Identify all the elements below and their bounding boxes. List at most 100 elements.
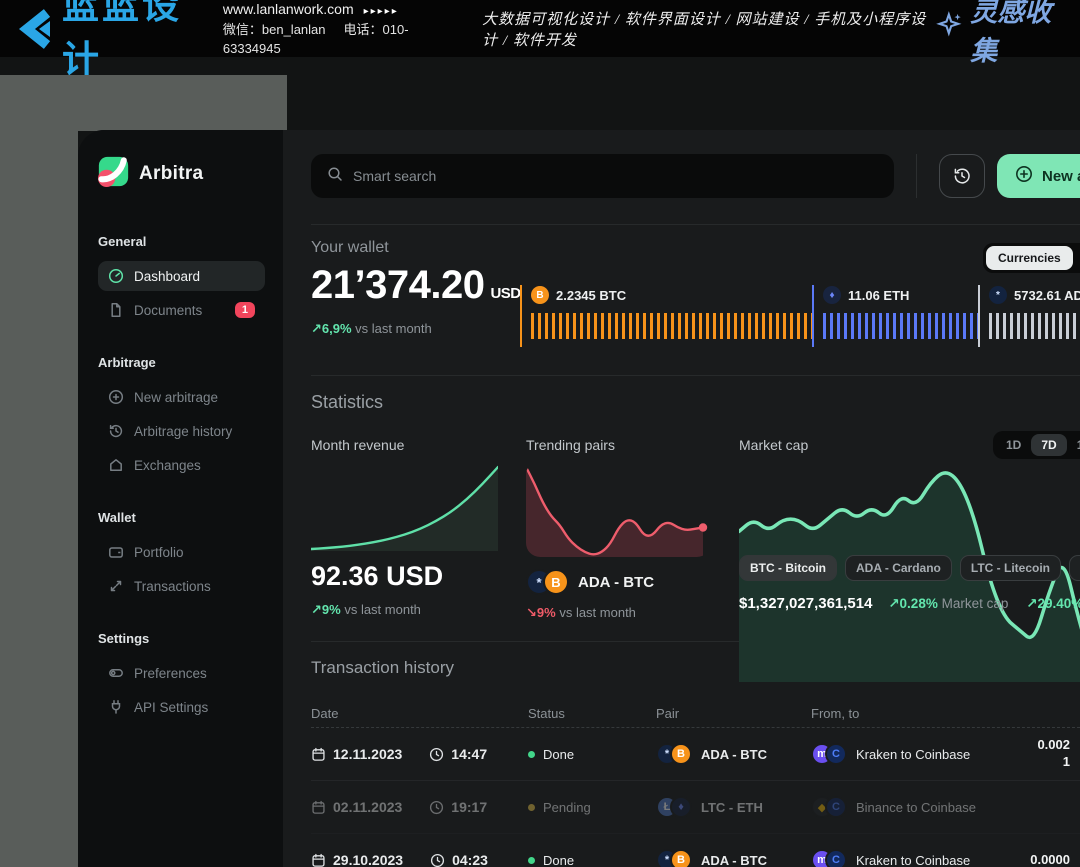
exchange-building-icon xyxy=(108,457,124,473)
tab-currencies[interactable]: Currencies xyxy=(986,246,1073,270)
trending-pairs-label: Trending pairs xyxy=(526,437,711,453)
wallet-title: Your wallet xyxy=(311,239,389,257)
calendar-icon xyxy=(311,853,326,867)
tx-time: 19:17 xyxy=(451,799,487,815)
btc-coin-icon: B xyxy=(670,743,692,765)
sidebar-item-label: Portfolio xyxy=(134,545,184,560)
trending-pairs-delta: ↘9% vs last month xyxy=(526,605,711,621)
search-box[interactable] xyxy=(311,154,894,198)
tx-time: 04:23 xyxy=(452,852,488,867)
sidebar-item-new-arbitrage[interactable]: New arbitrage xyxy=(98,382,265,412)
status-dot xyxy=(528,804,535,811)
pill-ada[interactable]: ADA - Cardano xyxy=(845,555,952,581)
tx-date: 29.10.2023 xyxy=(333,852,403,867)
nav-section-title: Wallet xyxy=(98,510,265,525)
nav-section-settings: Settings Preferences API Settings xyxy=(98,631,265,722)
sidebar-item-documents[interactable]: Documents 1 xyxy=(98,295,265,325)
topbar-divider xyxy=(916,154,917,198)
arbitra-logo-icon xyxy=(98,156,129,192)
tx-amount: 0.0000 xyxy=(1011,852,1080,867)
page-background-left xyxy=(0,75,78,867)
range-7d[interactable]: 7D xyxy=(1031,434,1066,456)
sidebar-item-arbitrage-history[interactable]: Arbitrage history xyxy=(98,416,265,446)
topbar: New arbitrage xyxy=(311,154,1080,198)
status-dot xyxy=(528,857,535,864)
range-1d[interactable]: 1D xyxy=(996,434,1031,456)
nav-section-arbitrage: Arbitrage New arbitrage Arbitrage histor… xyxy=(98,355,265,480)
banner-collect-link[interactable]: 灵感收集 xyxy=(936,0,1056,68)
month-revenue-label: Month revenue xyxy=(311,437,498,453)
trending-pairs-card: Trending pairs *B ADA - BTC ↘9% vs last … xyxy=(526,437,711,621)
range-tabs: 1D 7D 1M xyxy=(993,431,1080,459)
clock-icon xyxy=(430,853,445,867)
sidebar-item-label: Dashboard xyxy=(134,269,200,284)
coinbase-exchange-icon: C xyxy=(825,743,847,765)
coinbase-exchange-icon: C xyxy=(825,849,847,867)
wallet-section: Your wallet 21’374.20USD ↗6,9% vs last m… xyxy=(311,225,1080,375)
documents-badge: 1 xyxy=(235,302,255,318)
status-badge: Done xyxy=(543,853,574,867)
trending-pairs-chart xyxy=(526,461,711,557)
wallet-currency: USD xyxy=(490,285,520,302)
arbitra-app-window: Arbitra General Dashboard Documents 1 xyxy=(78,130,1080,867)
exchange-icons: mC xyxy=(811,849,847,867)
nav-section-general: General Dashboard Documents 1 xyxy=(98,234,265,325)
history-icon xyxy=(108,423,124,439)
pill-eth[interactable]: ETH - Ethereum xyxy=(1069,555,1080,581)
wallet-view-tabs: Currencies Exchanges xyxy=(983,243,1080,273)
tab-exchanges[interactable]: Exchanges xyxy=(1075,246,1080,270)
brand-name: Arbitra xyxy=(139,163,203,185)
table-row[interactable]: 02.11.2023 19:17 Pending Ł♦LTC - ETH ◆CB… xyxy=(311,781,1080,834)
btc-coin-icon: B xyxy=(670,849,692,867)
market-cap-value: $1,327,027,361,514 xyxy=(739,595,872,612)
pill-ltc[interactable]: LTC - Litecoin xyxy=(960,555,1061,581)
status-dot xyxy=(528,751,535,758)
table-row[interactable]: 29.10.2023 04:23 Done *BADA - BTC mCKrak… xyxy=(311,834,1080,867)
sidebar-item-portfolio[interactable]: Portfolio xyxy=(98,537,265,567)
pair-coin-icons: *B xyxy=(656,743,692,765)
sidebar-item-label: Arbitrage history xyxy=(134,424,232,439)
month-revenue-card: Month revenue 92.36 USD ↗9% vs last mont… xyxy=(311,437,498,621)
pair-coin-icons: Ł♦ xyxy=(656,796,692,818)
wallet-composition-bar: B2.2345 BTC♦11.06 ETH*5732.61 ADA xyxy=(520,285,1080,347)
table-row[interactable]: 12.11.2023 14:47 Done *BADA - BTC mCKrak… xyxy=(311,728,1080,781)
calendar-icon xyxy=(311,747,326,762)
transaction-history-section: Transaction history Date Status Pair Fro… xyxy=(311,658,1080,867)
banner-services: 大数据可视化设计 / 软件界面设计 / 网站建设 / 手机及小程序设计 / 软件… xyxy=(482,8,936,50)
banner-site-url[interactable]: www.lanlanwork.com xyxy=(223,1,354,17)
col-status: Status xyxy=(528,706,656,721)
search-input[interactable] xyxy=(353,168,878,184)
col-pair: Pair xyxy=(656,706,811,721)
search-icon xyxy=(327,166,343,187)
wallet-amount: 21’374.20USD xyxy=(311,263,521,308)
wallet-delta: ↗6,9% vs last month xyxy=(311,321,432,337)
pill-btc[interactable]: BTC - Bitcoin xyxy=(739,555,837,581)
wallet-segment-eth: ♦11.06 ETH xyxy=(812,285,978,347)
exchange-icons: ◆C xyxy=(811,796,847,818)
sidebar-item-label: New arbitrage xyxy=(134,390,218,405)
sidebar-item-api-settings[interactable]: API Settings xyxy=(98,692,265,722)
wallet-segment-btc: B2.2345 BTC xyxy=(520,285,812,347)
range-1m[interactable]: 1M xyxy=(1067,434,1080,456)
main-content: New arbitrage Your wallet 21’374.20USD ↗… xyxy=(283,130,1080,867)
sidebar-item-transactions[interactable]: Transactions xyxy=(98,571,265,601)
history-button[interactable] xyxy=(939,154,985,198)
new-arbitrage-button[interactable]: New arbitrage xyxy=(997,154,1080,198)
wallet-segment-ada: *5732.61 ADA xyxy=(978,285,1080,347)
btc-coin-icon: B xyxy=(543,569,569,595)
sidebar-item-exchanges[interactable]: Exchanges xyxy=(98,450,265,480)
tx-amount: 0.0021 xyxy=(1011,737,1080,771)
month-revenue-delta: ↗9% vs last month xyxy=(311,602,498,618)
statistics-section: Statistics Month revenue 92.36 USD ↗9% v… xyxy=(311,392,1080,621)
market-cap-stats: $1,327,027,361,514 ↗0.28% Market cap ↗29… xyxy=(739,595,1080,612)
calendar-icon xyxy=(311,800,326,815)
sidebar-item-dashboard[interactable]: Dashboard xyxy=(98,261,265,291)
nav-section-wallet: Wallet Portfolio Transactions xyxy=(98,510,265,601)
sidebar-item-preferences[interactable]: Preferences xyxy=(98,658,265,688)
brand: Arbitra xyxy=(98,156,265,192)
transfer-arrows-icon xyxy=(108,578,124,594)
plug-icon xyxy=(108,699,124,715)
dashboard-icon xyxy=(108,268,124,284)
nav-section-title: Settings xyxy=(98,631,265,646)
sidebar-item-label: Transactions xyxy=(134,579,211,594)
